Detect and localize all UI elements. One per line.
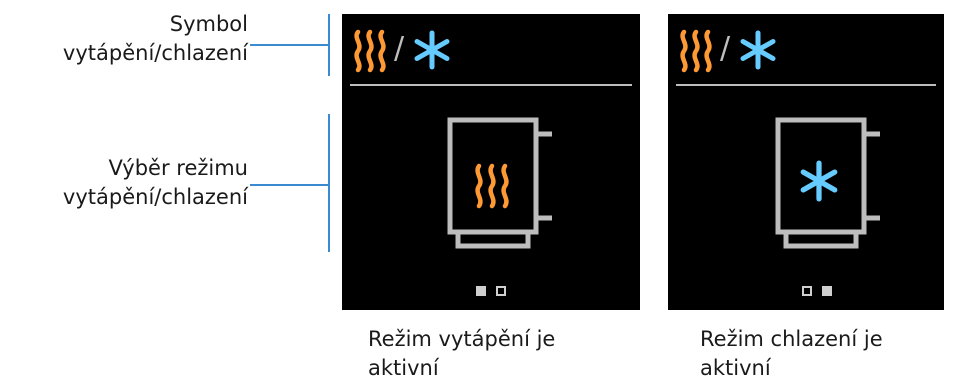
heat-wave-icon: [475, 163, 509, 209]
mode-select-bracket: [328, 114, 330, 252]
mode-select-pointer-line: [250, 184, 328, 186]
cooling-mode-caption: Režim chlazení je aktivní: [700, 327, 883, 380]
mode-select-label: Výběr režimu vytápění/chlazení: [62, 156, 248, 209]
page-indicator-dot-1: [476, 286, 486, 296]
heating-mode-caption: Režim vytápění je aktivní: [368, 327, 556, 380]
symbol-label: Symbol vytápění/chlazení: [62, 12, 248, 65]
header-slash: /: [394, 31, 405, 66]
device-screen-cooling: /: [668, 14, 944, 310]
symbol-pointer-line: [250, 44, 328, 46]
header-separator: [350, 84, 632, 86]
symbol-bracket: [328, 14, 330, 76]
header-slash: /: [720, 31, 731, 66]
page-indicator-dot-2: [496, 286, 506, 296]
snowflake-icon: [414, 30, 450, 70]
heat-wave-icon: [354, 29, 386, 73]
snowflake-icon: [800, 160, 838, 202]
page-indicator-dot-2: [822, 286, 832, 296]
device-screen-heating: /: [342, 14, 640, 310]
snowflake-icon: [740, 30, 776, 70]
header-separator: [676, 84, 936, 86]
page-indicator-dot-1: [802, 286, 812, 296]
heat-wave-icon: [680, 29, 712, 73]
